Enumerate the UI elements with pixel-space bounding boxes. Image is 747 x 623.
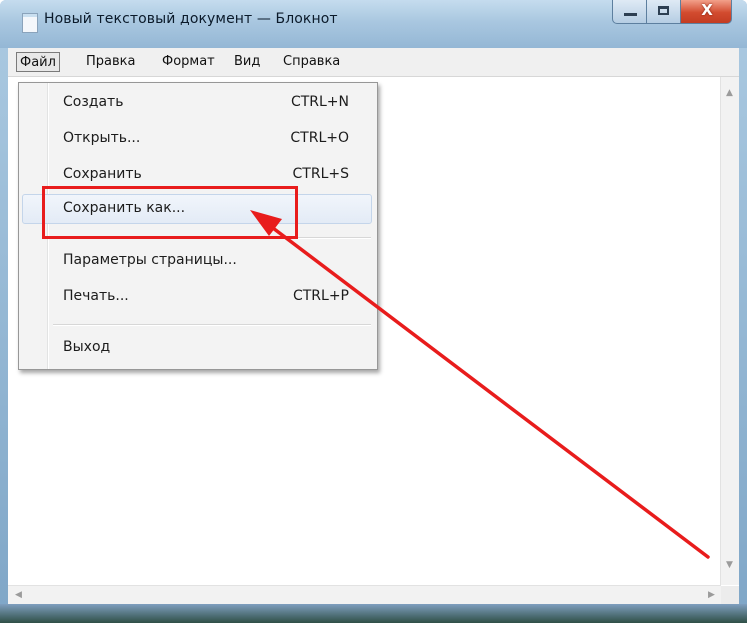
menu-help[interactable]: Справка <box>280 52 343 72</box>
title-bar[interactable]: Новый текстовый документ — Блокнот X <box>0 0 747 48</box>
scroll-left-icon[interactable]: ◀ <box>15 591 22 600</box>
menu-view[interactable]: Вид <box>231 52 263 72</box>
close-icon: X <box>701 1 713 19</box>
menu-item-label: Печать... <box>63 288 129 304</box>
vertical-scrollbar[interactable]: ▲ ▼ <box>720 77 739 585</box>
menu-item-label: Создать <box>63 94 124 110</box>
menu-bar: Файл Правка Формат Вид Справка <box>8 48 739 77</box>
annotation-highlight-box <box>42 186 298 239</box>
menu-item-open[interactable]: Открыть... CTRL+O <box>19 124 377 154</box>
menu-edit[interactable]: Правка <box>83 52 138 72</box>
notepad-app-icon[interactable] <box>22 13 38 33</box>
menu-item-new[interactable]: Создать CTRL+N <box>19 88 377 118</box>
menu-item-print[interactable]: Печать... CTRL+P <box>19 282 377 312</box>
window-title: Новый текстовый документ — Блокнот <box>44 11 338 27</box>
menu-format[interactable]: Формат <box>159 52 218 72</box>
menu-item-shortcut: CTRL+S <box>292 166 349 182</box>
scroll-up-icon[interactable]: ▲ <box>726 89 733 98</box>
menu-item-label: Открыть... <box>63 130 141 146</box>
horizontal-scrollbar[interactable]: ◀ ▶ <box>8 585 721 604</box>
menu-item-label: Параметры страницы... <box>63 252 237 268</box>
maximize-button[interactable] <box>646 0 681 24</box>
menu-file[interactable]: Файл <box>16 52 60 72</box>
menu-item-page-setup[interactable]: Параметры страницы... <box>19 246 377 276</box>
menu-item-shortcut: CTRL+O <box>290 130 349 146</box>
menu-item-shortcut: CTRL+N <box>290 94 349 110</box>
menu-item-label: Выход <box>63 339 111 355</box>
menu-item-label: Сохранить <box>63 166 142 182</box>
size-grip[interactable] <box>721 586 739 604</box>
scroll-down-icon[interactable]: ▼ <box>726 561 733 570</box>
menu-separator <box>53 324 371 326</box>
menu-item-exit[interactable]: Выход <box>19 333 377 363</box>
scroll-right-icon[interactable]: ▶ <box>708 591 715 600</box>
window-bottom-frame <box>0 604 747 623</box>
menu-item-shortcut: CTRL+P <box>292 288 349 304</box>
close-button[interactable]: X <box>680 0 732 24</box>
minimize-icon <box>624 13 637 16</box>
minimize-button[interactable] <box>612 0 647 24</box>
maximize-icon <box>658 6 669 15</box>
